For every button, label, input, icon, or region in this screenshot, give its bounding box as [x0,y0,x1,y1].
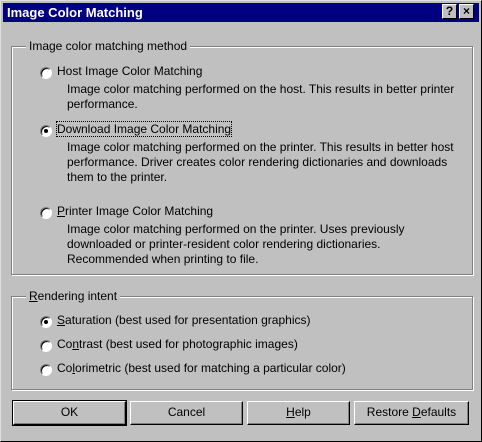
printer-icm-label-text: rinter Image Color Matching [65,204,214,218]
restore-defaults-button[interactable]: Restore Defaults [354,401,469,425]
option-printer-icm[interactable]: Printer Image Color Matching Image color… [12,204,472,269]
printer-icm-label[interactable]: Printer Image Color Matching [57,204,213,218]
image-color-matching-dialog: Image Color Matching ? × Image color mat… [0,0,482,442]
saturation-accelerator: S [57,313,66,327]
option-download-icm[interactable]: Download Image Color Matching Image colo… [12,121,472,187]
printer-icm-radio[interactable] [40,207,52,219]
option-contrast[interactable]: Contrast (best used for photographic ima… [12,337,472,355]
saturation-label-text: aturation (best used for presentation gr… [65,313,311,327]
restore-accelerator: D [412,405,421,419]
download-icm-radio[interactable] [40,125,52,137]
host-icm-label[interactable]: Host Image Color Matching [57,64,202,78]
saturation-radio[interactable] [40,316,52,328]
download-icm-description: Image color matching performed on the pr… [67,140,454,184]
help-accelerator: H [286,405,295,419]
contrast-radio[interactable] [40,340,52,352]
option-host-icm[interactable]: Host Image Color Matching Image color ma… [12,64,472,114]
colorimetric-label-prefix: Co [57,361,73,375]
method-group: Image color matching method Host Image C… [11,39,473,275]
method-group-legend: Image color matching method [26,39,191,53]
title-bar[interactable]: Image Color Matching ? × [3,3,479,22]
close-button[interactable]: × [459,4,474,19]
colorimetric-radio[interactable] [40,364,52,376]
colorimetric-label[interactable]: Colorimetric (best used for matching a p… [57,361,346,375]
rendering-legend-accelerator: R [29,289,38,303]
restore-label-prefix: Restore [366,405,413,419]
help-button[interactable]: Help [247,401,350,425]
dialog-title: Image Color Matching [7,5,143,20]
contrast-label[interactable]: Contrast (best used for photographic ima… [57,337,298,351]
rendering-legend-text: endering intent [37,289,118,303]
cancel-button[interactable]: Cancel [130,401,243,425]
help-title-button[interactable]: ? [442,4,457,19]
rendering-intent-legend: Rendering intent [26,289,121,303]
help-button-text: elp [294,405,311,419]
saturation-label[interactable]: Saturation (best used for presentation g… [57,313,311,327]
host-icm-description: Image color matching performed on the ho… [67,82,455,111]
option-colorimetric[interactable]: Colorimetric (best used for matching a p… [12,361,472,379]
colorimetric-label-text: orimetric (best used for matching a part… [75,361,346,375]
rendering-intent-group: Rendering intent Saturation (best used f… [11,289,473,390]
option-saturation[interactable]: Saturation (best used for presentation g… [12,313,472,331]
contrast-label-text: trast (best used for photographic images… [79,337,298,351]
restore-label-text: efaults [420,405,457,419]
printer-icm-accelerator: P [57,204,66,218]
contrast-label-prefix: Co [57,337,73,351]
ok-button[interactable]: OK [12,400,127,426]
printer-icm-description: Image color matching performed on the pr… [67,222,405,266]
download-icm-label[interactable]: Download Image Color Matching [55,121,233,137]
host-icm-radio[interactable] [40,67,52,79]
